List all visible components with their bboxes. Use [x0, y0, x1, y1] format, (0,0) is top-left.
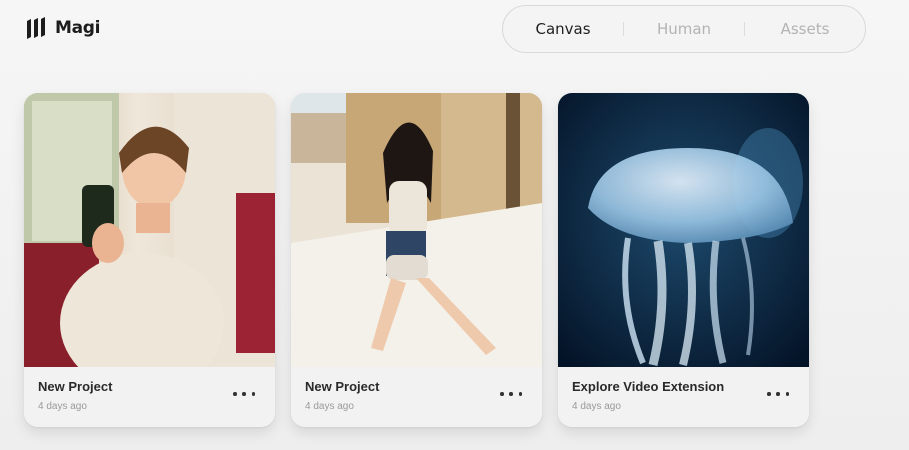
project-thumbnail: [24, 93, 275, 367]
project-title: New Project: [305, 379, 380, 394]
more-options-icon[interactable]: [500, 387, 522, 401]
view-tabs: Canvas Human Assets: [502, 5, 866, 53]
project-card[interactable]: Explore Video Extension 4 days ago: [558, 93, 809, 427]
project-date: 4 days ago: [305, 401, 354, 412]
more-options-icon[interactable]: [233, 387, 255, 401]
more-options-icon[interactable]: [767, 387, 789, 401]
project-title: Explore Video Extension: [572, 379, 725, 394]
project-date: 4 days ago: [572, 401, 621, 412]
page: Magi Canvas Human Assets New Project 4 d…: [0, 0, 909, 450]
project-thumbnail: [291, 93, 542, 367]
project-info: Explore Video Extension 4 days ago: [558, 367, 809, 427]
project-info: New Project 4 days ago: [24, 367, 275, 427]
tab-human[interactable]: Human: [624, 20, 744, 38]
brand-name: Magi: [55, 18, 101, 38]
tab-assets[interactable]: Assets: [745, 20, 865, 38]
brand-logo[interactable]: Magi: [26, 16, 100, 40]
project-card[interactable]: New Project 4 days ago: [291, 93, 542, 427]
project-card[interactable]: New Project 4 days ago: [24, 93, 275, 427]
project-title: New Project: [38, 379, 113, 394]
project-thumbnail: [558, 93, 809, 367]
tab-canvas[interactable]: Canvas: [503, 20, 623, 38]
project-date: 4 days ago: [38, 401, 87, 412]
project-info: New Project 4 days ago: [291, 367, 542, 427]
magi-logo-icon: [27, 17, 45, 39]
